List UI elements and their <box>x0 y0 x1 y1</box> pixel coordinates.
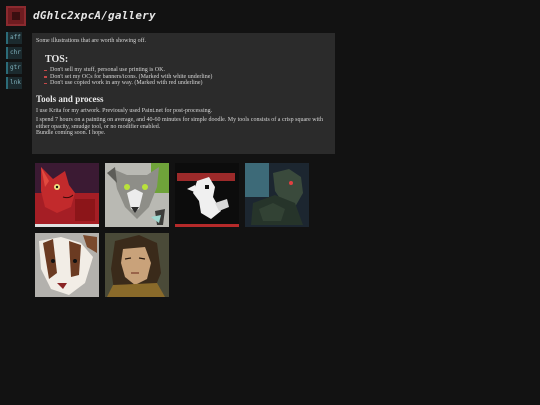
dark-creature-artwork <box>245 163 309 227</box>
process-para-3: Bundle coming soon. I hope. <box>36 130 106 136</box>
gallery-thumb-grey-wolf[interactable] <box>105 163 169 227</box>
intro-text: Some illustrations that are worth showin… <box>36 38 147 44</box>
gallery-thumb-dark-creature[interactable] <box>245 163 309 227</box>
info-panel: Some illustrations that are worth showin… <box>32 33 335 154</box>
black-white-artwork <box>175 163 239 227</box>
gallery-thumb-portrait[interactable] <box>105 233 169 297</box>
square-logo-icon[interactable] <box>6 6 26 26</box>
page-title: dGhlc2xpcA/gallery <box>33 9 156 22</box>
grey-wolf-artwork <box>105 163 169 227</box>
nav-link-lnk[interactable]: lnk <box>6 77 22 89</box>
nav-link-aff[interactable]: aff <box>6 32 22 44</box>
side-nav: aff chr gtr lnk <box>6 32 22 92</box>
gallery-thumb-black-white[interactable] <box>175 163 239 227</box>
tos-list: Don't sell my stuff, personal use printi… <box>44 67 331 87</box>
badger-artwork <box>35 233 99 297</box>
red-cat-artwork <box>35 163 99 227</box>
gallery-thumb-badger[interactable] <box>35 233 99 297</box>
tos-heading: TOS: <box>45 54 69 65</box>
process-para-2: I spend 7 hours on a painting on average… <box>36 117 323 130</box>
nav-link-gtr[interactable]: gtr <box>6 62 22 74</box>
process-heading: Tools and process <box>36 93 104 104</box>
portrait-artwork <box>105 233 169 297</box>
process-para-1: I use Krita for my artwork. Previously u… <box>36 107 213 114</box>
nav-link-chr[interactable]: chr <box>6 47 22 59</box>
tos-rule: Don't use copied work in any way. (Marke… <box>44 80 331 87</box>
gallery-thumb-red-cat[interactable] <box>35 163 99 227</box>
